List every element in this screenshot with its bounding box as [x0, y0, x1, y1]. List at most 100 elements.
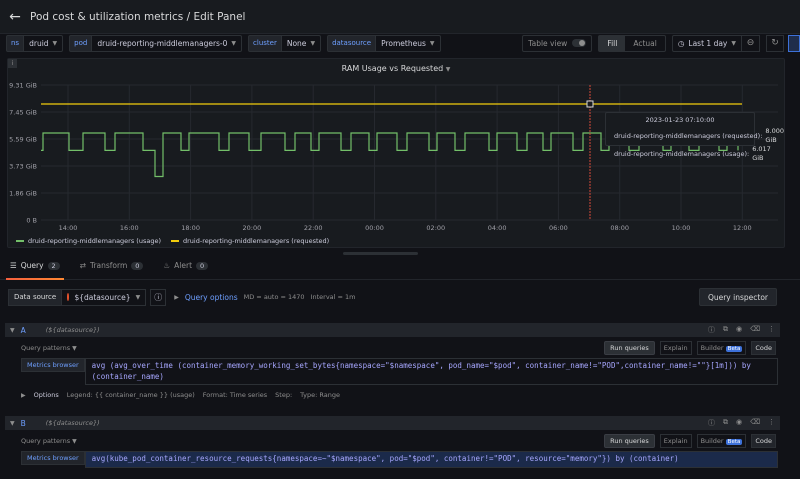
tab-query[interactable]: ☰ Query 2: [6, 257, 64, 280]
clock-icon: ◷: [677, 38, 685, 48]
variable-select-ns[interactable]: druid ▼: [24, 34, 64, 52]
transform-icon: ⇄: [79, 261, 86, 270]
variable-select-cluster[interactable]: None ▼: [281, 34, 322, 52]
page-title: Pod cost & utilization metrics / Edit Pa…: [30, 10, 246, 23]
options-type: Type: Range: [300, 391, 340, 399]
eye-icon[interactable]: ◉: [736, 418, 742, 428]
legend-item-requested[interactable]: druid-reporting-middlemanagers (requeste…: [171, 237, 329, 245]
query-inspector-button[interactable]: Query inspector: [698, 288, 777, 306]
datasource-value: ${datasource}: [74, 292, 131, 302]
metrics-browser-button[interactable]: Metrics browser: [21, 451, 85, 465]
chevron-down-icon: ▼: [429, 39, 435, 47]
variable-value: None: [286, 38, 307, 48]
promql-line-1: avg(kube_pod_container_resource_requests…: [91, 454, 679, 463]
tab-label: Transform: [89, 261, 128, 270]
metrics-browser-button[interactable]: Metrics browser: [21, 358, 85, 372]
chevron-down-icon: ▼: [52, 39, 58, 47]
crosshair-marker: [586, 100, 594, 108]
beta-badge: Beta: [725, 439, 743, 445]
help-icon[interactable]: ⓘ: [150, 288, 167, 306]
panel-controls: Table view Fill Actual ◷ Last 1 day ▼ ⊖ ↻: [522, 34, 800, 52]
table-view-toggle[interactable]: Table view: [522, 34, 593, 52]
legend-label: druid-reporting-middlemanagers (requeste…: [183, 237, 330, 245]
legend-swatch: [171, 240, 179, 242]
tab-transform[interactable]: ⇄ Transform 0: [80, 257, 144, 279]
variable-select-datasource[interactable]: Prometheus ▼: [376, 34, 441, 52]
x-tick-label: 18:00: [181, 224, 200, 232]
zoom-out-icon[interactable]: ⊖: [742, 34, 760, 52]
max-datapoints: MD = auto = 1470: [243, 293, 305, 301]
chevron-down-icon: ▼: [72, 344, 77, 352]
tab-alert[interactable]: ♨ Alert 0: [163, 257, 209, 279]
drag-handle-icon[interactable]: ⋮: [768, 325, 775, 335]
eye-icon[interactable]: ◉: [736, 325, 742, 335]
x-tick-label: 16:00: [120, 224, 139, 232]
graph-panel: i RAM Usage vs Requested ▼ 0 B 1.86 GiB 3.…: [7, 58, 785, 248]
options-legend: Legend: {{ container_name }} (usage): [66, 391, 195, 399]
query-options-summary[interactable]: ▶ Options Legend: {{ container_name }} (…: [21, 391, 780, 399]
apply-button-edge[interactable]: [788, 34, 800, 52]
chevron-down-icon[interactable]: ▼: [10, 327, 15, 334]
legend-label: druid-reporting-middlemanagers (usage): [28, 237, 161, 245]
y-tick-label: 0 B: [26, 217, 37, 225]
query-ref-id[interactable]: B: [21, 419, 26, 428]
y-tick-label: 3.73 GiB: [9, 163, 37, 171]
drag-handle-icon[interactable]: ⋮: [768, 418, 775, 428]
query-body: Query patterns ▼ Run queries Explain Bui…: [5, 430, 780, 468]
variable-label-cluster: cluster: [248, 34, 282, 52]
explain-toggle[interactable]: Explain: [659, 341, 692, 355]
query-ref-id[interactable]: A: [21, 326, 26, 335]
tooltip-time: 2023-01-23 07:10:00: [645, 116, 715, 124]
pane-splitter-handle[interactable]: [343, 252, 418, 255]
query-header: ▼ A (${datasource}) ⓘ ⧉ ◉ ⌫ ⋮: [5, 323, 780, 337]
x-tick-label: 06:00: [549, 224, 568, 232]
chart-tooltip: 2023-01-23 07:10:00 druid-reporting-midd…: [605, 112, 784, 162]
tooltip-series-name: druid-reporting-middlemanagers (requeste…: [614, 131, 763, 140]
duplicate-icon[interactable]: ⧉: [723, 325, 728, 335]
promql-editor[interactable]: avg (avg_over_time (container_memory_wor…: [84, 358, 778, 385]
y-tick-label: 5.59 GiB: [9, 136, 37, 144]
query-mode-controls: Run queries Explain Builder Beta Code: [604, 341, 776, 355]
variable-select-pod[interactable]: druid-reporting-middlemanagers-0 ▼: [92, 34, 243, 52]
y-tick-label: 7.45 GiB: [9, 109, 37, 117]
chevron-down-icon: ▼: [72, 437, 77, 445]
options-format: Format: Time series: [202, 391, 268, 399]
tooltip-value: 6.017 GiB: [752, 145, 771, 162]
query-row-b: ▼ B (${datasource}) ⓘ ⧉ ◉ ⌫ ⋮ Query patt…: [5, 416, 780, 468]
beta-badge: Beta: [725, 346, 743, 352]
query-header: ▼ B (${datasource}) ⓘ ⧉ ◉ ⌫ ⋮: [5, 416, 780, 430]
refresh-icon[interactable]: ↻: [766, 34, 784, 52]
code-mode-button[interactable]: Code: [751, 434, 776, 448]
x-tick-label: 12:00: [733, 224, 752, 232]
interval: Interval = 1m: [310, 293, 356, 301]
x-tick-label: 22:00: [304, 224, 323, 232]
tooltip-value: 8.000 GiB: [765, 127, 785, 144]
builder-mode-button[interactable]: Builder Beta: [696, 434, 747, 448]
fill-button[interactable]: Fill: [599, 35, 626, 51]
chevron-down-icon[interactable]: ▼: [10, 420, 15, 427]
actual-button[interactable]: Actual: [625, 36, 665, 51]
back-arrow-icon[interactable]: ←: [0, 9, 30, 25]
query-options[interactable]: ▶ Query options MD = auto = 1470 Interva…: [174, 293, 355, 302]
query-datasource: (${datasource}): [45, 326, 100, 334]
toggle-switch[interactable]: [572, 39, 587, 47]
help-icon[interactable]: ⓘ: [708, 418, 715, 428]
datasource-picker[interactable]: ${datasource} ▼: [62, 288, 147, 306]
run-queries-button[interactable]: Run queries: [604, 434, 655, 448]
help-icon[interactable]: ⓘ: [708, 325, 715, 335]
legend-item-usage[interactable]: druid-reporting-middlemanagers (usage): [16, 237, 161, 245]
query-patterns-label: Query patterns: [21, 437, 71, 445]
time-range-picker[interactable]: ◷ Last 1 day ▼: [671, 34, 742, 52]
x-tick-label: 20:00: [243, 224, 262, 232]
promql-editor[interactable]: avg(kube_pod_container_resource_requests…: [84, 451, 778, 468]
tab-count-badge: 0: [196, 261, 209, 270]
explain-toggle[interactable]: Explain: [659, 434, 692, 448]
trash-icon[interactable]: ⌫: [750, 325, 760, 335]
trash-icon[interactable]: ⌫: [750, 418, 760, 428]
bell-icon: ♨: [163, 261, 171, 270]
duplicate-icon[interactable]: ⧉: [723, 418, 728, 428]
run-queries-button[interactable]: Run queries: [604, 341, 655, 355]
builder-mode-button[interactable]: Builder Beta: [696, 341, 747, 355]
top-header: ← Pod cost & utilization metrics / Edit …: [0, 0, 800, 34]
code-mode-button[interactable]: Code: [751, 341, 776, 355]
